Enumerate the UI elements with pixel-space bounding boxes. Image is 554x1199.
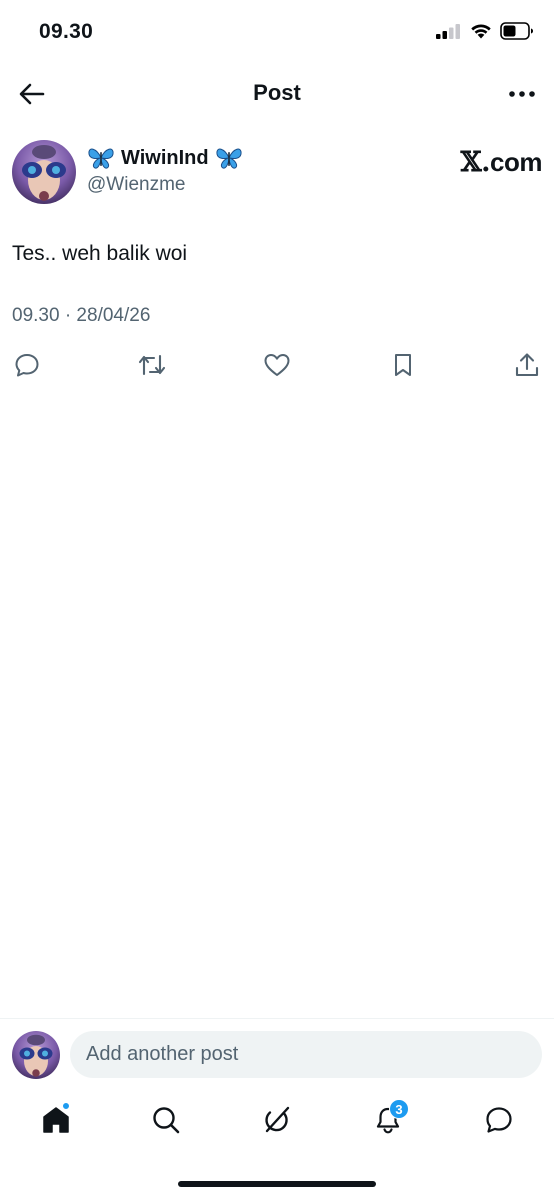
status-icons — [436, 22, 534, 40]
author-block[interactable]: WiwinInd @Wienzme — [87, 144, 243, 196]
messages-icon — [486, 1107, 512, 1133]
repost-icon — [138, 354, 166, 376]
share-button[interactable] — [512, 350, 542, 380]
battery-icon — [500, 22, 533, 40]
x-com-logo: 𝕏. com — [460, 147, 543, 178]
post-header: WiwinInd @Wienzme 𝕏. com — [12, 140, 542, 204]
tab-notifications[interactable]: 3 — [368, 1099, 409, 1140]
status-time: 09.30 — [39, 20, 94, 43]
tab-messages[interactable] — [479, 1100, 519, 1140]
bottom-tab-bar: 3 — [0, 1090, 554, 1152]
butterfly-emoji-icon — [88, 148, 114, 169]
tab-grok[interactable] — [257, 1100, 297, 1140]
post-actions — [12, 350, 542, 380]
like-button[interactable] — [262, 350, 292, 380]
notifications-badge: 3 — [389, 1099, 409, 1119]
reply-composer — [0, 1018, 554, 1090]
tab-search[interactable] — [146, 1100, 186, 1140]
avatar[interactable] — [12, 140, 76, 204]
post-timestamp: 09.30 · 28/04/26 — [12, 305, 151, 326]
author-handle: @Wienzme — [87, 174, 186, 195]
more-icon — [509, 91, 535, 97]
x-logo-text: 𝕏. — [460, 147, 491, 178]
post-text: Tes.. weh balik woi — [12, 242, 188, 265]
reply-icon — [15, 354, 39, 377]
author-name-row: WiwinInd — [87, 144, 243, 172]
top-nav: Post — [0, 66, 554, 122]
author-name: WiwinInd — [121, 146, 209, 169]
share-icon — [515, 353, 539, 377]
bookmark-icon — [395, 354, 411, 376]
more-options-button[interactable] — [506, 78, 538, 110]
tab-home[interactable] — [36, 1100, 76, 1140]
butterfly-emoji-icon — [216, 148, 242, 169]
bookmark-button[interactable] — [388, 350, 418, 380]
like-icon — [264, 354, 290, 376]
search-icon — [153, 1107, 180, 1134]
wifi-icon — [471, 24, 491, 39]
grok-icon — [265, 1106, 290, 1133]
x-logo-domain: com — [490, 147, 542, 177]
composer-avatar — [12, 1031, 60, 1079]
page-title: Post — [253, 80, 301, 105]
reply-button[interactable] — [12, 350, 42, 380]
status-bar: 09.30 — [0, 0, 554, 66]
add-post-input[interactable] — [70, 1031, 542, 1078]
repost-button[interactable] — [137, 350, 167, 380]
home-indicator — [178, 1181, 376, 1187]
home-unread-dot — [62, 1102, 70, 1110]
signal-icon — [436, 24, 460, 39]
